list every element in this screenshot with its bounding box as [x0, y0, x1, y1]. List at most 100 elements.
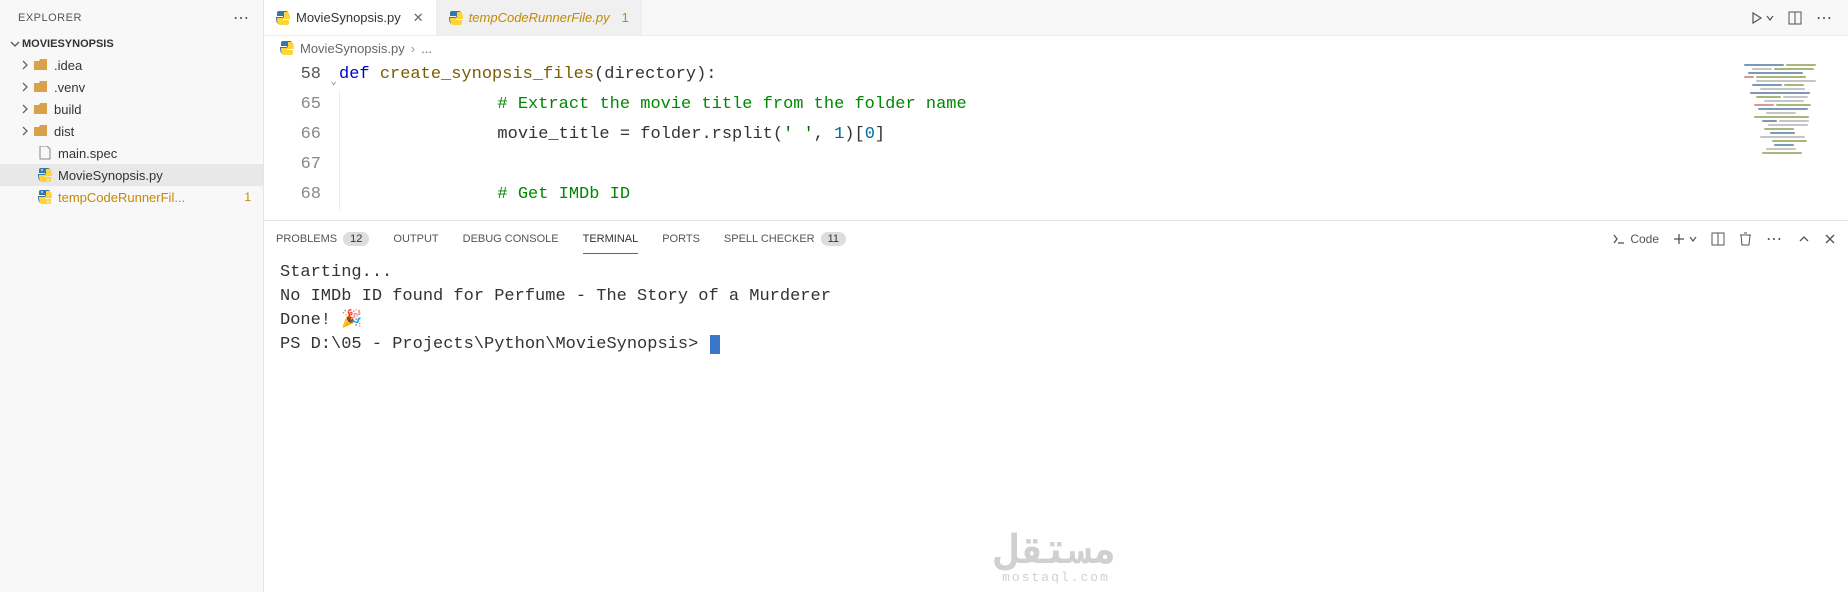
- terminal-line: Starting...: [280, 261, 1832, 285]
- code-line[interactable]: 65 # Extract the movie title from the fo…: [264, 90, 1848, 120]
- panel-actions: Code ⋯: [1612, 229, 1836, 249]
- kill-terminal-icon[interactable]: [1739, 232, 1752, 246]
- code-content: # Get IMDb ID: [375, 180, 630, 210]
- file-icon: [36, 146, 54, 160]
- editor-tabbar: MovieSynopsis.py ✕ tempCodeRunnerFile.py…: [264, 0, 1848, 36]
- tab-label: tempCodeRunnerFile.py: [469, 10, 610, 25]
- terminal-prompt-line: PS D:\05 - Projects\Python\MovieSynopsis…: [280, 333, 1832, 357]
- tree-label: tempCodeRunnerFil...: [54, 190, 244, 205]
- tab-moviesynopsis[interactable]: MovieSynopsis.py ✕: [264, 0, 437, 35]
- panel-tab-label: TERMINAL: [583, 233, 639, 245]
- code-content: movie_title = folder.rsplit(' ', 1)[0]: [375, 120, 885, 150]
- python-icon: [36, 168, 54, 182]
- line-number: 68: [264, 180, 339, 210]
- tree-label: MovieSynopsis.py: [54, 168, 255, 183]
- terminal-line: Done! 🎉: [280, 309, 1832, 333]
- breadcrumb-symbol: ...: [421, 41, 432, 56]
- indent-guide: [339, 180, 375, 210]
- panel-tab-label: OUTPUT: [393, 233, 438, 245]
- project-root[interactable]: MOVIESYNOPSIS: [0, 36, 263, 52]
- panel-tab-problems[interactable]: PROBLEMS 12: [276, 224, 369, 254]
- modified-badge: 1: [244, 190, 255, 204]
- split-editor-icon[interactable]: [1788, 11, 1802, 25]
- code-content: def create_synopsis_files(directory):: [339, 60, 716, 90]
- tree-label: .idea: [50, 58, 255, 73]
- folder-icon: [32, 59, 50, 71]
- launch-profile-button[interactable]: Code: [1612, 232, 1659, 246]
- more-actions-icon[interactable]: ⋯: [1816, 8, 1834, 28]
- line-number: 58⌄: [264, 60, 339, 90]
- panel-tab-label: SPELL CHECKER: [724, 233, 815, 245]
- close-icon[interactable]: ✕: [407, 10, 424, 26]
- file-tree: .idea .venv build dist main.spec MovieSy…: [0, 52, 263, 208]
- tree-label: dist: [50, 124, 255, 139]
- problems-count: 12: [343, 232, 369, 246]
- chevron-right-icon: [18, 82, 32, 92]
- panel-tab-spell[interactable]: SPELL CHECKER 11: [724, 224, 846, 254]
- dirty-indicator: 1: [616, 10, 629, 25]
- bottom-panel: PROBLEMS 12 OUTPUT DEBUG CONSOLE TERMINA…: [264, 220, 1848, 592]
- chevron-right-icon: [18, 104, 32, 114]
- indent-guide: [339, 90, 375, 120]
- folder-idea[interactable]: .idea: [0, 54, 263, 76]
- panel-tab-terminal[interactable]: TERMINAL: [583, 225, 639, 254]
- panel-tab-debug[interactable]: DEBUG CONSOLE: [463, 225, 559, 253]
- folder-venv[interactable]: .venv: [0, 76, 263, 98]
- maximize-panel-icon[interactable]: [1798, 233, 1810, 245]
- code-line[interactable]: 68 # Get IMDb ID: [264, 180, 1848, 210]
- chevron-right-icon: [18, 126, 32, 136]
- main-area: MovieSynopsis.py ✕ tempCodeRunnerFile.py…: [264, 0, 1848, 592]
- explorer-header: EXPLORER ⋯: [0, 0, 263, 36]
- tab-tempcoderunner[interactable]: tempCodeRunnerFile.py 1: [437, 0, 642, 35]
- code-editor[interactable]: 58⌄def create_synopsis_files(directory):…: [264, 60, 1848, 220]
- file-main-spec[interactable]: main.spec: [0, 142, 263, 164]
- breadcrumb[interactable]: MovieSynopsis.py › ...: [264, 36, 1848, 60]
- explorer-sidebar: EXPLORER ⋯ MOVIESYNOPSIS .idea .venv bui…: [0, 0, 264, 592]
- tree-label: main.spec: [54, 146, 255, 161]
- line-number: 67: [264, 150, 339, 180]
- code-line[interactable]: 66 movie_title = folder.rsplit(' ', 1)[0…: [264, 120, 1848, 150]
- split-terminal-icon[interactable]: [1711, 232, 1725, 246]
- close-panel-icon[interactable]: [1824, 233, 1836, 245]
- breadcrumb-file: MovieSynopsis.py: [300, 41, 405, 56]
- code-content: # Extract the movie title from the folde…: [375, 90, 967, 120]
- minimap[interactable]: [1738, 60, 1848, 220]
- watermark-sub: mostaql.com: [996, 574, 1116, 582]
- panel-more-icon[interactable]: ⋯: [1766, 229, 1784, 249]
- folder-icon: [32, 103, 50, 115]
- explorer-title: EXPLORER: [18, 12, 233, 24]
- python-icon: [36, 190, 54, 204]
- terminal-cursor: [710, 335, 720, 354]
- code-line[interactable]: 67: [264, 150, 1848, 180]
- watermark: مستقل mostaql.com: [996, 542, 1116, 582]
- launch-label: Code: [1630, 232, 1659, 246]
- run-button[interactable]: [1750, 11, 1774, 25]
- new-terminal-button[interactable]: [1673, 233, 1697, 245]
- indent-guide: [339, 150, 375, 180]
- folder-dist[interactable]: dist: [0, 120, 263, 142]
- code-line[interactable]: 58⌄def create_synopsis_files(directory):: [264, 60, 1848, 90]
- chevron-down-icon: [8, 39, 22, 49]
- line-number: 66: [264, 120, 339, 150]
- python-icon: [449, 11, 463, 25]
- file-tempcoderunner[interactable]: tempCodeRunnerFil... 1: [0, 186, 263, 208]
- chevron-right-icon: [18, 60, 32, 70]
- folder-icon: [32, 125, 50, 137]
- breadcrumb-sep: ›: [411, 41, 415, 56]
- python-icon: [276, 11, 290, 25]
- terminal[interactable]: Starting... No IMDb ID found for Perfume…: [264, 257, 1848, 592]
- file-moviesynopsis[interactable]: MovieSynopsis.py: [0, 164, 263, 186]
- folder-icon: [32, 81, 50, 93]
- panel-tab-ports[interactable]: PORTS: [662, 225, 700, 253]
- line-number: 65: [264, 90, 339, 120]
- python-icon: [280, 41, 294, 55]
- tree-label: build: [50, 102, 255, 117]
- indent-guide: [339, 120, 375, 150]
- explorer-more-icon[interactable]: ⋯: [233, 8, 251, 28]
- panel-tab-label: PROBLEMS: [276, 233, 337, 245]
- tab-label: MovieSynopsis.py: [296, 10, 401, 25]
- panel-tab-output[interactable]: OUTPUT: [393, 225, 438, 253]
- terminal-line: No IMDb ID found for Perfume - The Story…: [280, 285, 1832, 309]
- terminal-prompt: PS D:\05 - Projects\Python\MovieSynopsis…: [280, 335, 708, 354]
- folder-build[interactable]: build: [0, 98, 263, 120]
